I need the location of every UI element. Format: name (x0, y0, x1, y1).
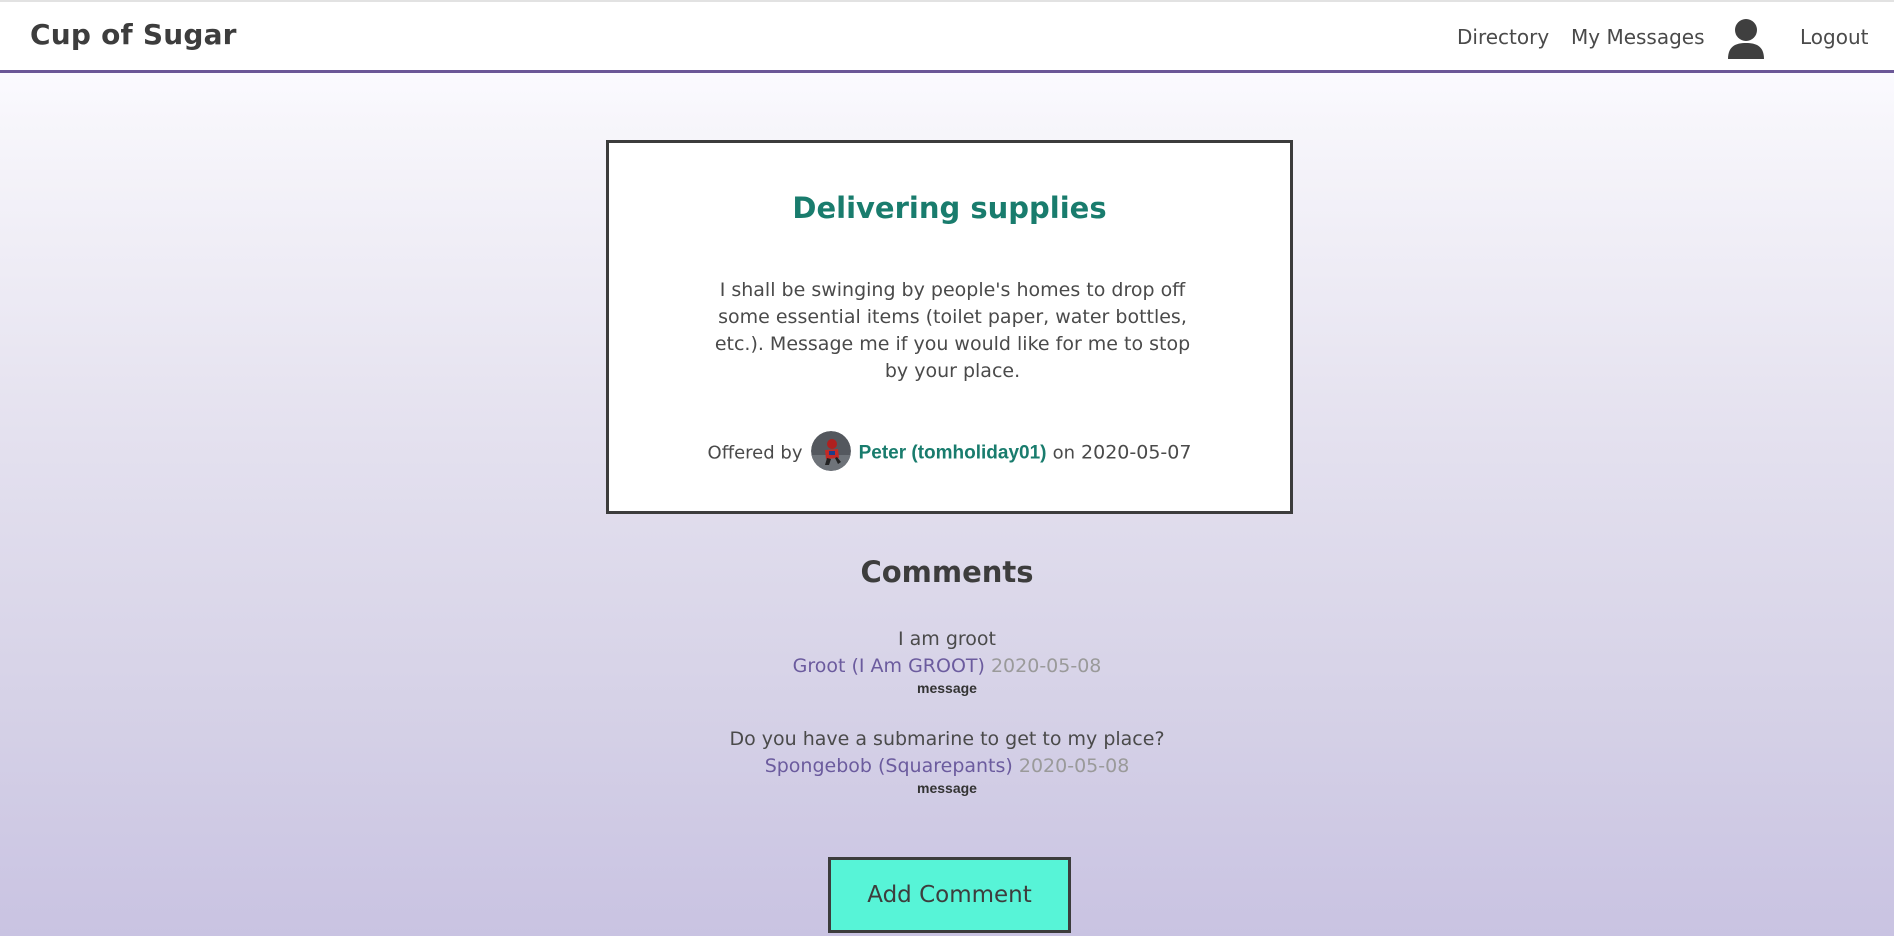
message-link[interactable]: message (0, 780, 1894, 796)
user-icon[interactable] (1727, 18, 1765, 60)
comment-item: I am groot Groot (I Am GROOT) 2020-05-08… (0, 626, 1894, 696)
offer-card: Delivering supplies I shall be swinging … (606, 140, 1293, 514)
offered-by-label: Offered by (707, 442, 803, 464)
comment-meta: Groot (I Am GROOT) 2020-05-08 (0, 653, 1894, 680)
top-navbar: Cup of Sugar Directory My Messages Logou… (0, 0, 1894, 73)
comment-text: I am groot (898, 628, 996, 650)
offered-by-line: Offered by Peter (tomholiday01) on 2020-… (609, 431, 1290, 473)
comment-date: 2020-05-08 (1018, 755, 1130, 777)
offer-title: Delivering supplies (792, 191, 1107, 225)
message-link[interactable]: message (0, 680, 1894, 696)
comment-meta: Spongebob (Squarepants) 2020-05-08 (0, 753, 1894, 780)
comment-item: Do you have a submarine to get to my pla… (0, 726, 1894, 796)
offer-owner-link[interactable]: Peter (tomholiday01) (859, 443, 1047, 464)
nav-directory[interactable]: Directory (1457, 25, 1549, 49)
brand-logo[interactable]: Cup of Sugar (30, 18, 237, 51)
add-comment-button[interactable]: Add Comment (828, 857, 1071, 933)
comments-heading: Comments (860, 555, 1034, 589)
comment-text: Do you have a submarine to get to my pla… (729, 728, 1165, 750)
comment-author-link[interactable]: Spongebob (Squarepants) (765, 755, 1013, 777)
comment-author-link[interactable]: Groot (I Am GROOT) (793, 655, 985, 677)
nav-logout[interactable]: Logout (1800, 25, 1868, 49)
on-label: on (1052, 442, 1075, 464)
offer-description: I shall be swinging by people's homes to… (714, 279, 1191, 382)
comment-date: 2020-05-08 (990, 655, 1102, 677)
nav-my-messages[interactable]: My Messages (1571, 25, 1705, 49)
offer-date: 2020-05-07 (1081, 441, 1192, 464)
owner-avatar[interactable] (810, 431, 851, 471)
